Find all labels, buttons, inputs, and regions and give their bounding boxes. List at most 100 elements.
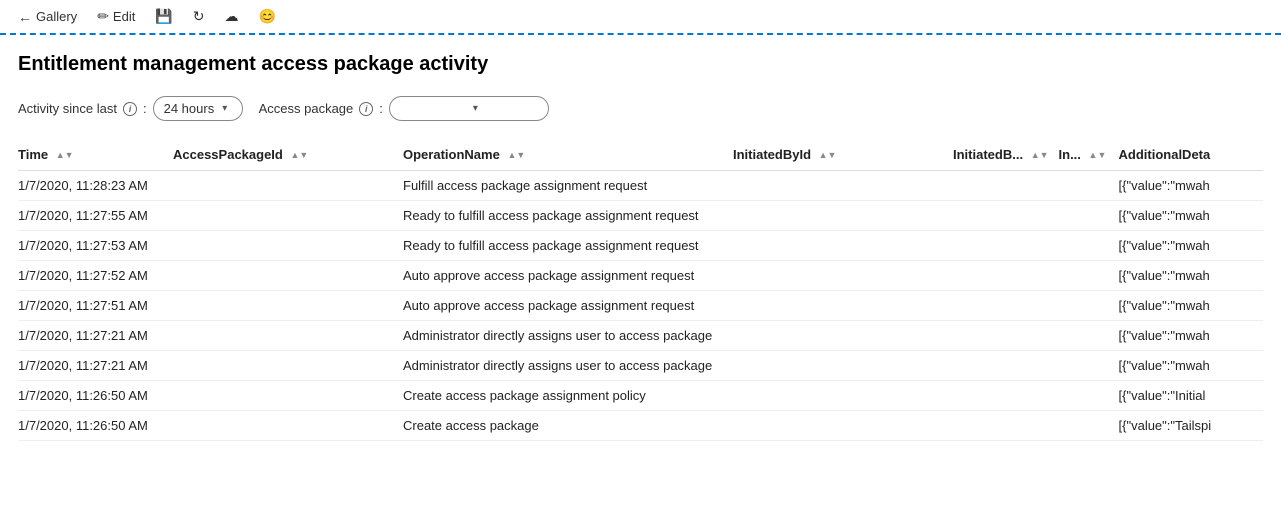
cell-in xyxy=(1059,321,1119,351)
cell-opname: Administrator directly assigns user to a… xyxy=(403,351,733,381)
sort-icon-pkgid: ▲▼ xyxy=(290,151,308,160)
package-filter-group: Access package i : ▾ xyxy=(259,96,549,121)
cell-initb xyxy=(953,171,1059,201)
cell-addl: [{"value":"mwah xyxy=(1119,171,1263,201)
save-button[interactable]: 💾 xyxy=(151,6,176,27)
table-row: 1/7/2020, 11:27:21 AMAdministrator direc… xyxy=(18,321,1263,351)
activity-colon: : xyxy=(143,101,147,116)
table-row: 1/7/2020, 11:27:21 AM Administrator direc… xyxy=(18,351,1263,381)
cell-addl: [{"value":"mwah xyxy=(1119,201,1263,231)
cell-initbyid xyxy=(733,291,953,321)
cell-in xyxy=(1059,291,1119,321)
col-header-in[interactable]: In... ▲▼ xyxy=(1059,139,1119,171)
package-filter-label: Access package xyxy=(259,101,354,116)
page-title: Entitlement management access package ac… xyxy=(18,53,1263,76)
cell-opname: Administrator directly assigns user to a… xyxy=(403,321,733,351)
cell-opname: Ready to fulfill access package assignme… xyxy=(403,201,733,231)
package-dropdown-arrow: ▾ xyxy=(473,103,478,114)
emoji-icon: 😊 xyxy=(259,8,276,25)
table-row: 1/7/2020, 11:27:51 AM Auto approve access… xyxy=(18,291,1263,321)
table-row: 1/7/2020, 11:28:23 AMFulfill access pack… xyxy=(18,171,1263,201)
package-select[interactable]: ▾ xyxy=(389,96,549,121)
cell-time: 1/7/2020, 11:26:50 AM xyxy=(18,381,173,411)
cell-initb xyxy=(953,351,1059,381)
sort-icon-opname: ▲▼ xyxy=(507,151,525,160)
activity-dropdown-arrow: ▾ xyxy=(222,103,227,114)
cell-opname: Auto approve access package assignment r… xyxy=(403,261,733,291)
activity-select-value: 24 hours xyxy=(164,101,215,116)
edit-label: Edit xyxy=(113,9,135,24)
activity-info-icon[interactable]: i xyxy=(123,102,137,116)
cell-pkgid xyxy=(173,231,403,261)
cell-time: 1/7/2020, 11:27:55 AM xyxy=(18,201,173,231)
back-icon: ← xyxy=(18,9,32,25)
activity-filter-group: Activity since last i : 24 hours ▾ xyxy=(18,96,243,121)
main-content: Entitlement management access package ac… xyxy=(0,35,1281,453)
upload-button[interactable]: ☁ xyxy=(221,6,243,27)
col-header-time[interactable]: Time ▲▼ xyxy=(18,139,173,171)
edit-button[interactable]: ✏ Edit xyxy=(93,6,139,27)
cell-pkgid xyxy=(173,201,403,231)
edit-icon: ✏ xyxy=(97,8,109,25)
cell-initbyid xyxy=(733,171,953,201)
cell-addl: [{"value":"mwah xyxy=(1119,351,1263,381)
cell-time: 1/7/2020, 11:27:21 AM xyxy=(18,351,173,381)
cell-opname: Ready to fulfill access package assignme… xyxy=(403,231,733,261)
cell-initbyid xyxy=(733,321,953,351)
table-header: Time ▲▼ AccessPackageId ▲▼ OperationName… xyxy=(18,139,1263,171)
cell-initbyid xyxy=(733,351,953,381)
cell-in xyxy=(1059,351,1119,381)
cell-initbyid xyxy=(733,381,953,411)
cell-initbyid xyxy=(733,231,953,261)
cell-addl: [{"value":"mwah xyxy=(1119,291,1263,321)
col-header-pkgid[interactable]: AccessPackageId ▲▼ xyxy=(173,139,403,171)
cell-initb xyxy=(953,201,1059,231)
cell-opname: Create access package assignment policy xyxy=(403,381,733,411)
cell-initb xyxy=(953,321,1059,351)
data-table: Time ▲▼ AccessPackageId ▲▼ OperationName… xyxy=(18,139,1263,441)
cell-initb xyxy=(953,381,1059,411)
activity-select[interactable]: 24 hours ▾ xyxy=(153,96,243,121)
cell-time: 1/7/2020, 11:27:51 AM xyxy=(18,291,173,321)
cell-in xyxy=(1059,171,1119,201)
cell-addl: [{"value":"Initial xyxy=(1119,381,1263,411)
cell-initb xyxy=(953,231,1059,261)
activity-filter-label: Activity since last xyxy=(18,101,117,116)
col-header-addl[interactable]: AdditionalDeta xyxy=(1119,139,1263,171)
cell-initbyid xyxy=(733,261,953,291)
cell-pkgid xyxy=(173,321,403,351)
col-header-initbyid[interactable]: InitiatedById ▲▼ xyxy=(733,139,953,171)
sort-icon-time: ▲▼ xyxy=(56,151,74,160)
cell-opname: Auto approve access package assignment r… xyxy=(403,291,733,321)
col-header-opname[interactable]: OperationName ▲▼ xyxy=(403,139,733,171)
cell-opname: Fulfill access package assignment reques… xyxy=(403,171,733,201)
package-info-icon[interactable]: i xyxy=(359,102,373,116)
cell-initbyid xyxy=(733,201,953,231)
cell-initbyid xyxy=(733,411,953,441)
cell-pkgid xyxy=(173,411,403,441)
refresh-button[interactable]: ↻ xyxy=(189,6,209,27)
cell-pkgid xyxy=(173,261,403,291)
package-colon: : xyxy=(379,101,383,116)
toolbar: ← Gallery ✏ Edit 💾 ↻ ☁ 😊 xyxy=(0,0,1281,35)
emoji-button[interactable]: 😊 xyxy=(255,6,280,27)
cell-pkgid xyxy=(173,351,403,381)
table-row: 1/7/2020, 11:27:55 AM Ready to fulfill ac… xyxy=(18,201,1263,231)
back-button[interactable]: ← Gallery xyxy=(14,7,81,27)
col-header-initb[interactable]: InitiatedB... ▲▼ xyxy=(953,139,1059,171)
cell-time: 1/7/2020, 11:27:53 AM xyxy=(18,231,173,261)
cell-addl: [{"value":"mwah xyxy=(1119,321,1263,351)
cell-in xyxy=(1059,411,1119,441)
package-select-value xyxy=(400,101,465,116)
table-row: 1/7/2020, 11:26:50 AMCreate access packa… xyxy=(18,411,1263,441)
upload-icon: ☁ xyxy=(225,8,239,25)
cell-opname: Create access package xyxy=(403,411,733,441)
cell-pkgid xyxy=(173,291,403,321)
table-row: 1/7/2020, 11:27:52 AMAuto approve access… xyxy=(18,261,1263,291)
save-icon: 💾 xyxy=(155,8,172,25)
back-label: Gallery xyxy=(36,9,77,24)
table-header-row: Time ▲▼ AccessPackageId ▲▼ OperationName… xyxy=(18,139,1263,171)
cell-initb xyxy=(953,261,1059,291)
sort-icon-in: ▲▼ xyxy=(1089,151,1107,160)
cell-pkgid xyxy=(173,171,403,201)
